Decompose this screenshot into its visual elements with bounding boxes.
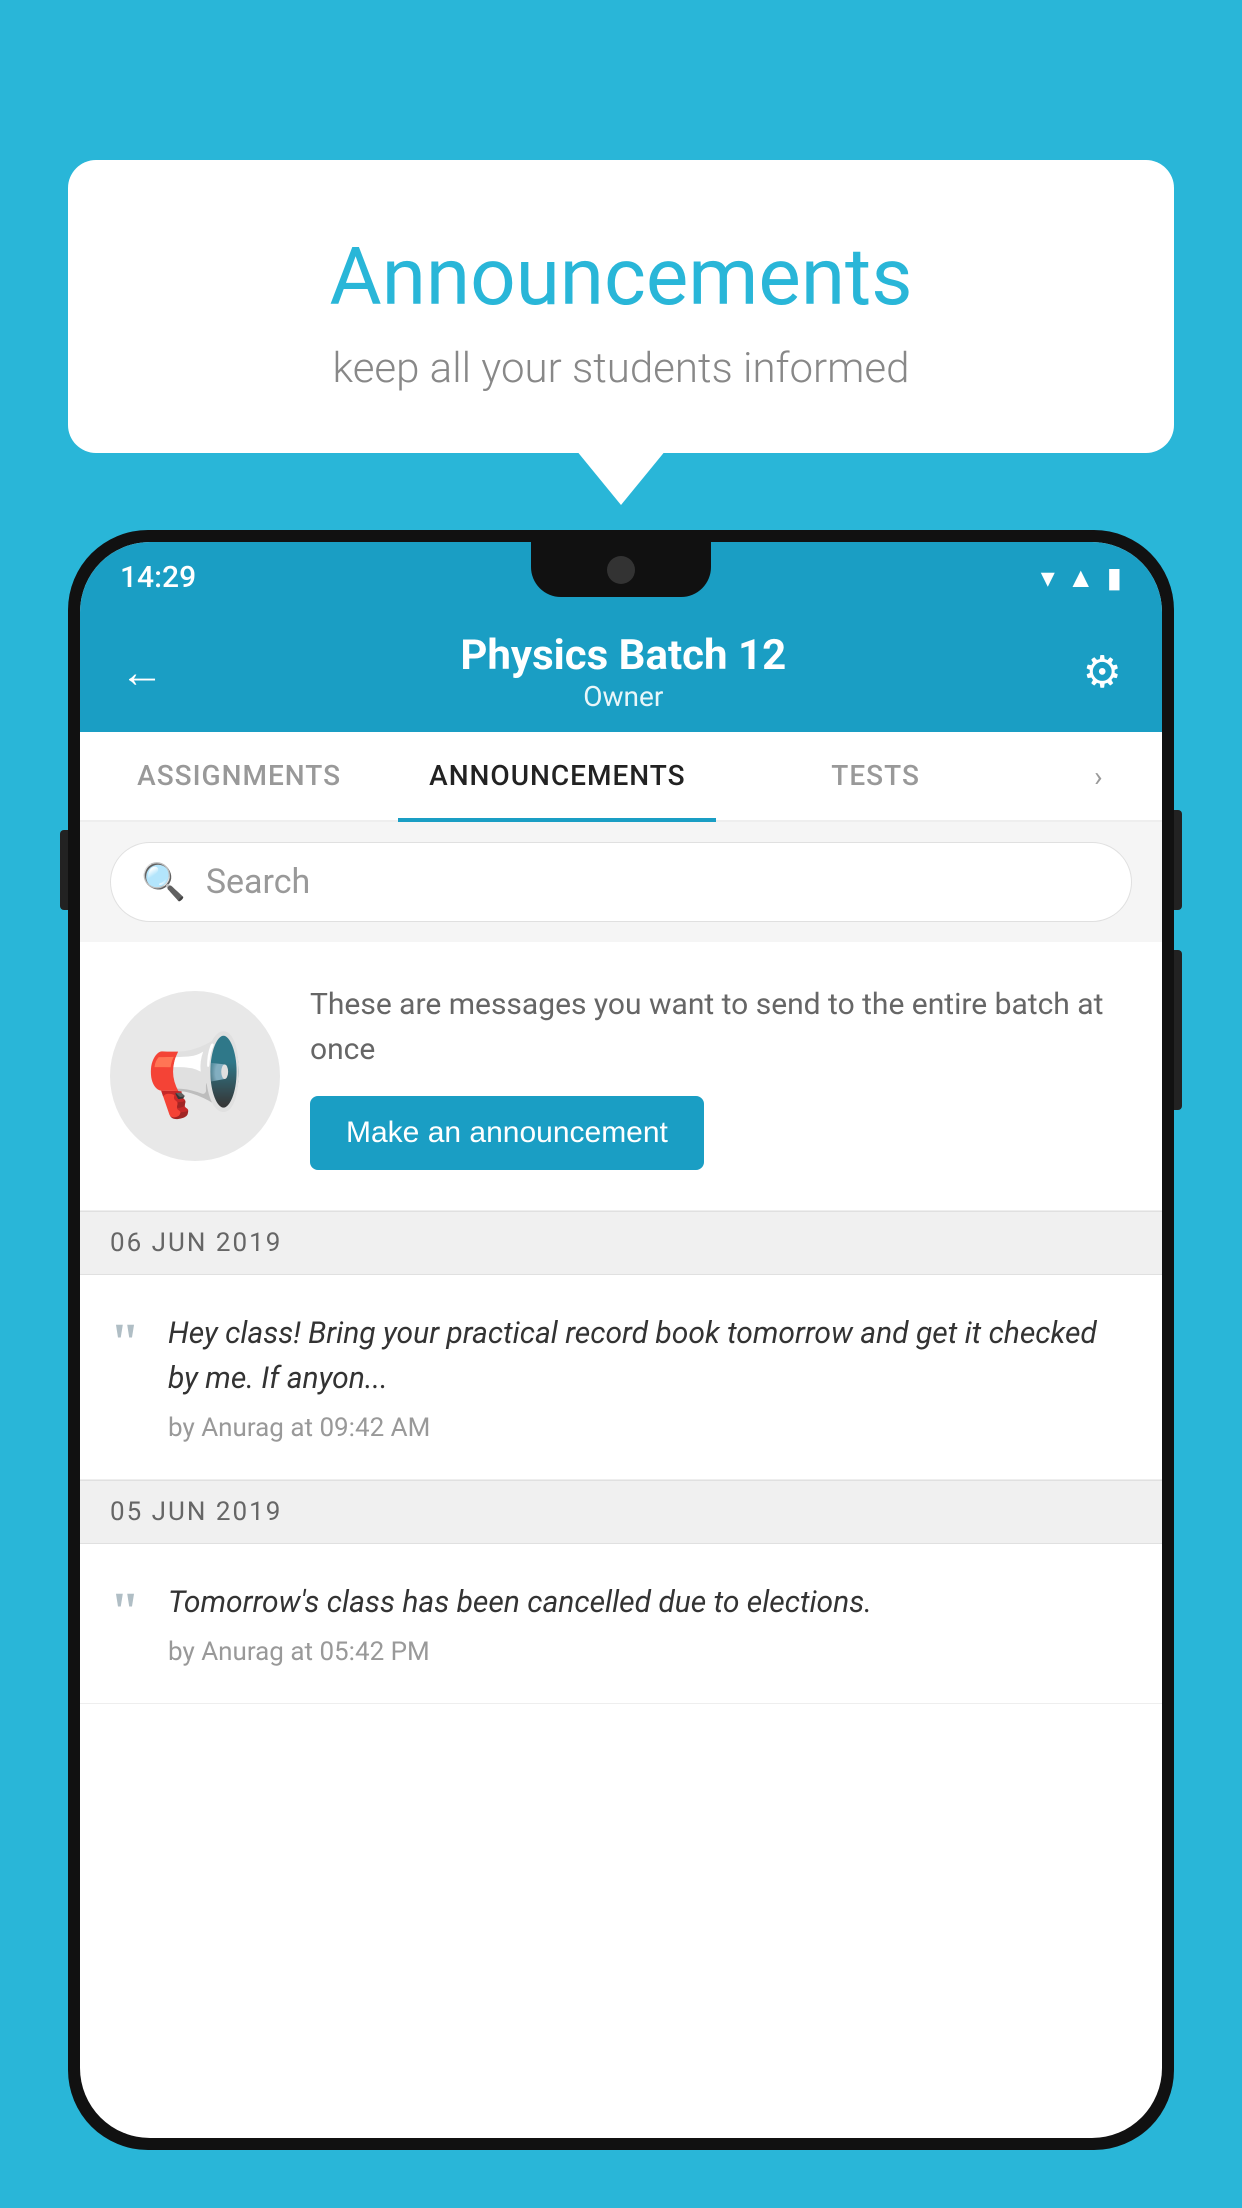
header-subtitle: Owner (460, 680, 786, 713)
search-container: 🔍 Search (80, 822, 1162, 942)
signal-icon: ▲ (1067, 561, 1095, 594)
make-announcement-button[interactable]: Make an announcement (310, 1096, 704, 1170)
date-separator-1: 06 JUN 2019 (80, 1211, 1162, 1275)
speech-bubble-subtitle: keep all your students informed (128, 344, 1114, 393)
header-center: Physics Batch 12 Owner (460, 631, 786, 713)
speech-bubble-container: Announcements keep all your students inf… (68, 160, 1174, 453)
speech-bubble-title: Announcements (128, 230, 1114, 324)
promo-content: These are messages you want to send to t… (310, 982, 1132, 1170)
power-button (1174, 810, 1182, 910)
quote-icon-1: " (110, 1315, 140, 1369)
status-time: 14:29 (120, 560, 196, 595)
phone-outer: 14:29 ▾ ▲ ▮ ← Physics Batch 12 Owner ⚙ (68, 530, 1174, 2150)
promo-icon-circle: 📢 (110, 991, 280, 1161)
header-title: Physics Batch 12 (460, 631, 786, 680)
phone-notch (531, 542, 711, 597)
promo-description: These are messages you want to send to t… (310, 982, 1132, 1072)
phone-screen: 14:29 ▾ ▲ ▮ ← Physics Batch 12 Owner ⚙ (80, 542, 1162, 2138)
announcement-meta-1: by Anurag at 09:42 AM (168, 1413, 1132, 1443)
back-button[interactable]: ← (120, 646, 164, 698)
settings-icon[interactable]: ⚙ (1083, 646, 1122, 698)
speech-bubble: Announcements keep all your students inf… (68, 160, 1174, 453)
battery-icon: ▮ (1107, 561, 1122, 594)
announcement-meta-2: by Anurag at 05:42 PM (168, 1637, 1132, 1667)
wifi-icon: ▾ (1041, 561, 1055, 594)
promo-card: 📢 These are messages you want to send to… (80, 942, 1162, 1211)
date-separator-2: 05 JUN 2019 (80, 1480, 1162, 1544)
quote-icon-2: " (110, 1584, 140, 1638)
status-icons: ▾ ▲ ▮ (1041, 561, 1122, 594)
announcement-content-2: Tomorrow's class has been cancelled due … (168, 1580, 1132, 1667)
announcement-text-2: Tomorrow's class has been cancelled due … (168, 1580, 1132, 1625)
volume-down-button (1174, 950, 1182, 1110)
phone-camera (607, 556, 635, 584)
megaphone-icon: 📢 (145, 1029, 245, 1123)
announcement-text-1: Hey class! Bring your practical record b… (168, 1311, 1132, 1401)
tabs-more[interactable]: › (1035, 732, 1162, 820)
volume-button (60, 830, 68, 910)
tab-assignments[interactable]: ASSIGNMENTS (80, 732, 398, 822)
search-placeholder: Search (206, 862, 310, 902)
search-icon: 🔍 (141, 861, 186, 903)
search-bar[interactable]: 🔍 Search (110, 842, 1132, 922)
announcement-content-1: Hey class! Bring your practical record b… (168, 1311, 1132, 1443)
app-header: ← Physics Batch 12 Owner ⚙ (80, 612, 1162, 732)
tab-tests[interactable]: TESTS (716, 732, 1034, 822)
tabs-container: ASSIGNMENTS ANNOUNCEMENTS TESTS › (80, 732, 1162, 822)
tab-announcements[interactable]: ANNOUNCEMENTS (398, 732, 716, 822)
announcement-item-2[interactable]: " Tomorrow's class has been cancelled du… (80, 1544, 1162, 1704)
announcement-item-1[interactable]: " Hey class! Bring your practical record… (80, 1275, 1162, 1480)
phone-container: 14:29 ▾ ▲ ▮ ← Physics Batch 12 Owner ⚙ (68, 530, 1174, 2208)
